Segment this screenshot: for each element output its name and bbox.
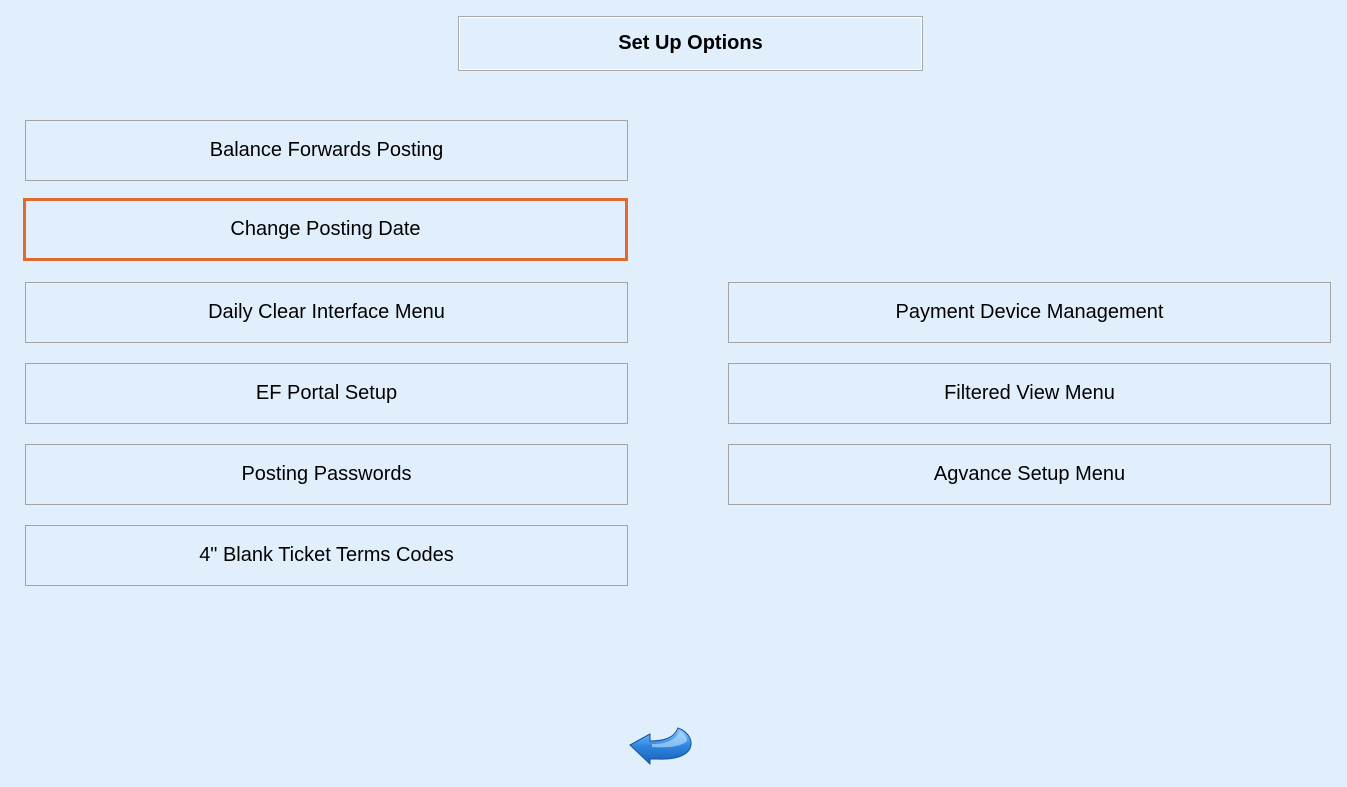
page-title: Set Up Options — [458, 16, 923, 71]
daily-clear-interface-menu-button[interactable]: Daily Clear Interface Menu — [25, 282, 628, 343]
blank-ticket-terms-codes-button[interactable]: 4" Blank Ticket Terms Codes — [25, 525, 628, 586]
back-arrow-icon — [629, 727, 692, 766]
agvance-setup-menu-button[interactable]: Agvance Setup Menu — [728, 444, 1331, 505]
change-posting-date-button[interactable]: Change Posting Date — [23, 198, 628, 261]
posting-passwords-button[interactable]: Posting Passwords — [25, 444, 628, 505]
payment-device-management-button[interactable]: Payment Device Management — [728, 282, 1331, 343]
back-button[interactable] — [628, 722, 698, 766]
ef-portal-setup-button[interactable]: EF Portal Setup — [25, 363, 628, 424]
balance-forwards-posting-button[interactable]: Balance Forwards Posting — [25, 120, 628, 181]
setup-options-screen: Set Up Options Balance Forwards Posting … — [0, 0, 1347, 787]
filtered-view-menu-button[interactable]: Filtered View Menu — [728, 363, 1331, 424]
